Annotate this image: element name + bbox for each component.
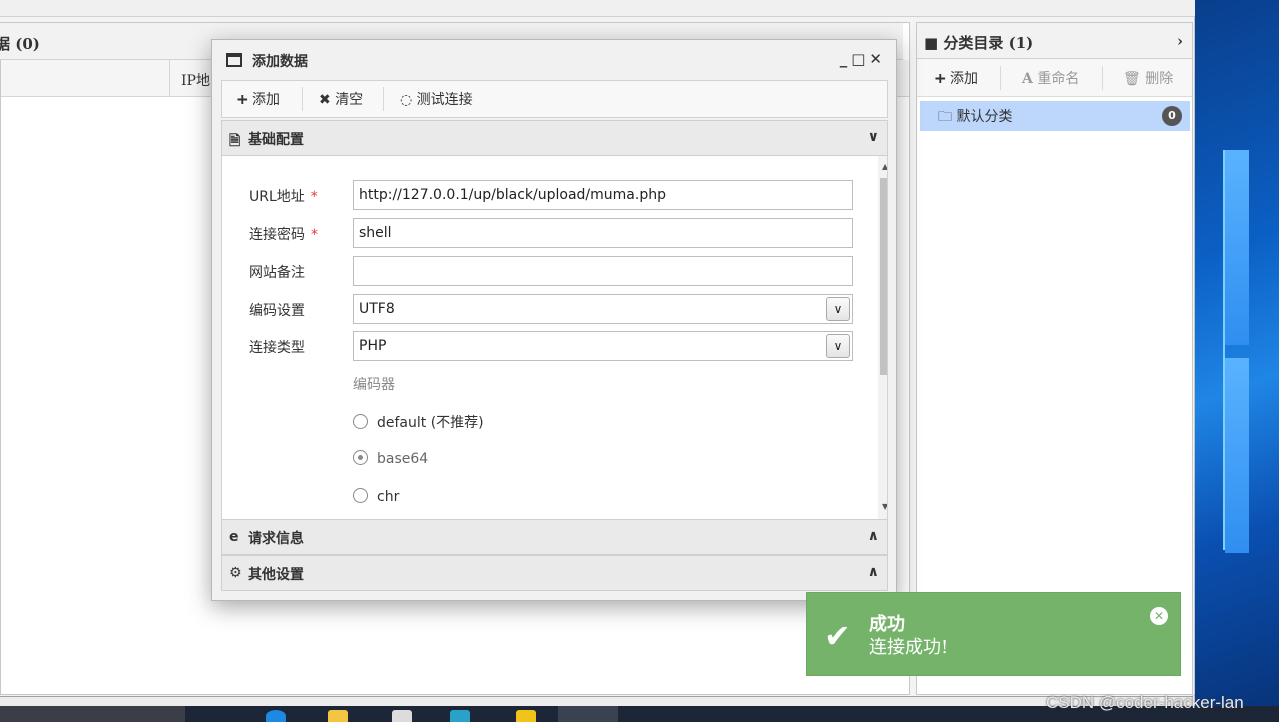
category-item-default[interactable]: 🗀︎ 默认分类 0 <box>920 101 1190 131</box>
app-taskbar-icon[interactable] <box>392 710 412 722</box>
desktop-wallpaper <box>1195 0 1279 706</box>
column-ip[interactable]: IP地 <box>169 60 210 97</box>
basic-config-form: URL地址 * http://127.0.0.1/up/black/upload/… <box>221 156 888 519</box>
section-basic-title: 基础配置 <box>248 132 304 148</box>
window-top-strip <box>0 0 1195 17</box>
category-label: 默认分类 <box>956 109 1013 125</box>
chevron-up-icon[interactable]: ∧ <box>868 528 879 544</box>
collapse-chevron-icon[interactable]: › <box>1177 32 1183 50</box>
chevron-down-icon[interactable]: ∨ <box>826 297 850 321</box>
section-other-settings[interactable]: ⚙︎ 其他设置 ∧ <box>221 555 888 591</box>
toolbar-separator <box>1000 66 1001 90</box>
antsword-taskbar-button[interactable] <box>558 706 618 722</box>
category-panel-header: ■ 分类目录 (1) › <box>917 23 1192 59</box>
chevron-down-icon[interactable]: ∨ <box>826 334 850 358</box>
window-icon <box>226 53 242 67</box>
check-icon: ✔︎ <box>824 617 851 655</box>
dialog-titlebar[interactable]: 添加数据 _□✕ <box>212 40 896 80</box>
clear-button[interactable]: ✖︎ 清空 <box>319 81 363 117</box>
times-icon: ✖︎ <box>319 92 331 108</box>
font-a-icon: A <box>1022 71 1033 87</box>
encoding-select[interactable]: UTF8 ∨ <box>353 294 853 324</box>
clear-button-label: 清空 <box>335 92 364 108</box>
section-request-title: 请求信息 <box>248 531 304 547</box>
spinner-icon: ◌ <box>400 92 413 108</box>
encoder-radio-chr[interactable]: chr <box>353 488 399 505</box>
edge-icon: e <box>229 529 239 545</box>
category-delete-label: 删除 <box>1145 71 1174 87</box>
chevron-up-icon[interactable]: ∧ <box>868 564 879 580</box>
trash-icon: 🗑︎ <box>1123 71 1141 87</box>
toast-message: 连接成功! <box>869 637 949 658</box>
category-toolbar: ➕︎ 添加 A 重命名 🗑︎ 删除 <box>917 59 1192 97</box>
plus-circle-icon: ➕︎ <box>935 71 946 87</box>
url-label: URL地址 * <box>249 189 318 205</box>
window-controls[interactable]: _□✕ <box>840 50 886 68</box>
add-data-dialog: 添加数据 _□✕ ➕︎ 添加 ✖︎ 清空 ◌ 测试连接 🗎︎ 基础配置 ∨ UR… <box>211 39 897 601</box>
success-toast: ✔︎ 成功 连接成功! ✕ <box>806 592 1181 676</box>
edge-taskbar-icon[interactable] <box>266 710 286 722</box>
minimize-icon[interactable]: _ <box>840 50 852 68</box>
category-delete-button[interactable]: 🗑︎ 删除 <box>1123 59 1173 96</box>
password-input[interactable]: shell <box>353 218 853 248</box>
test-connection-label: 测试连接 <box>416 92 473 108</box>
toast-close-icon[interactable]: ✕ <box>1150 607 1168 625</box>
scrollbar-thumb[interactable] <box>880 178 887 375</box>
store-taskbar-icon[interactable] <box>450 710 470 722</box>
category-rename-button[interactable]: A 重命名 <box>1022 59 1079 96</box>
note-input[interactable] <box>353 256 853 286</box>
folder-taskbar-icon[interactable] <box>328 710 348 722</box>
scroll-up-icon[interactable]: ▲ <box>882 162 887 171</box>
toolbar-separator <box>1102 66 1103 90</box>
plus-circle-icon: ➕︎ <box>237 92 248 108</box>
type-value: PHP <box>359 338 387 354</box>
add-button-label: 添加 <box>252 92 281 108</box>
dialog-toolbar: ➕︎ 添加 ✖︎ 清空 ◌ 测试连接 <box>221 80 888 118</box>
app-taskbar-icon[interactable] <box>516 710 536 722</box>
close-icon[interactable]: ✕ <box>869 50 886 68</box>
windows-logo-pane <box>1225 150 1249 345</box>
radio-circle[interactable] <box>353 450 368 465</box>
url-input[interactable]: http://127.0.0.1/up/black/upload/muma.ph… <box>353 180 853 210</box>
dialog-title: 添加数据 <box>252 54 308 70</box>
password-label: 连接密码 * <box>249 227 318 243</box>
category-add-label: 添加 <box>950 71 979 87</box>
watermark: CSDN @coder-hacker-lan <box>1046 693 1244 712</box>
section-request-info[interactable]: e 请求信息 ∧ <box>221 519 888 555</box>
section-basic-config[interactable]: 🗎︎ 基础配置 ∨ <box>221 120 888 156</box>
radio-circle[interactable] <box>353 488 368 503</box>
encoder-title: 编码器 <box>353 377 395 393</box>
category-rename-label: 重命名 <box>1037 71 1080 87</box>
encoder-radio-default[interactable]: default (不推荐) <box>353 412 484 432</box>
add-button[interactable]: ➕︎ 添加 <box>237 81 280 117</box>
folder-open-icon: 🗀︎ <box>938 109 952 125</box>
category-add-button[interactable]: ➕︎ 添加 <box>935 59 978 96</box>
form-scrollbar[interactable]: ▲ ▼ <box>878 156 887 519</box>
radio-circle[interactable] <box>353 414 368 429</box>
windows-logo-edge <box>1223 150 1225 550</box>
folder-icon: ■ <box>924 34 939 52</box>
chevron-down-icon[interactable]: ∨ <box>868 129 879 145</box>
type-label: 连接类型 <box>249 340 305 356</box>
encoding-value: UTF8 <box>359 301 395 317</box>
file-icon: 🗎︎ <box>229 133 241 149</box>
encoding-label: 编码设置 <box>249 303 305 319</box>
taskbar-search-area[interactable] <box>0 706 185 722</box>
encoder-radio-base64[interactable]: base64 <box>353 450 428 467</box>
maximize-icon[interactable]: □ <box>851 50 869 68</box>
note-label: 网站备注 <box>249 265 305 281</box>
scroll-down-icon[interactable]: ▼ <box>882 502 887 511</box>
category-count-badge: 0 <box>1162 106 1182 126</box>
toolbar-separator <box>302 87 303 111</box>
type-select[interactable]: PHP ∨ <box>353 331 853 361</box>
windows-logo-pane <box>1225 358 1249 553</box>
cogs-icon: ⚙︎ <box>229 565 242 581</box>
toolbar-separator <box>383 87 384 111</box>
category-panel-title: 分类目录 (1) <box>943 34 1034 52</box>
test-connection-button[interactable]: ◌ 测试连接 <box>400 81 473 117</box>
section-other-title: 其他设置 <box>248 567 304 583</box>
